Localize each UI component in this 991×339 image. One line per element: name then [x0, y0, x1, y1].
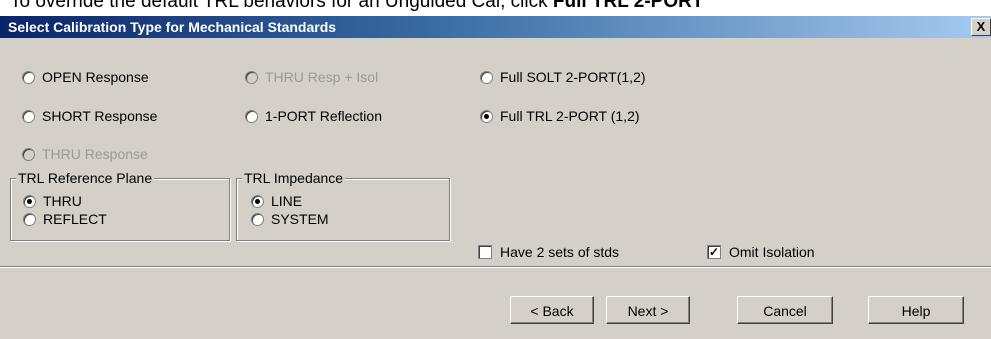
radio-button-icon: [22, 109, 35, 123]
radio-button-icon: [245, 109, 258, 123]
instruction-text-bold: Full TRL 2-PORT: [552, 0, 704, 12]
trl-reference-plane-group: TRL Reference Plane THRU REFLECT: [10, 170, 230, 241]
radio-label: THRU Response: [42, 146, 148, 162]
radio-button-icon: [251, 212, 264, 226]
checkbox-label: Omit Isolation: [729, 244, 815, 260]
radio-label: THRU: [43, 193, 82, 209]
radio-impedance-line[interactable]: LINE: [251, 193, 302, 209]
title-bar: Select Calibration Type for Mechanical S…: [0, 16, 991, 38]
radio-full-solt-2port[interactable]: Full SOLT 2-PORT(1,2): [480, 69, 645, 85]
next-button[interactable]: Next >: [606, 296, 690, 324]
radio-label: LINE: [271, 193, 303, 209]
radio-full-trl-2port[interactable]: Full TRL 2-PORT (1,2): [480, 108, 640, 124]
radio-1port-reflection[interactable]: 1-PORT Reflection: [245, 108, 382, 124]
checkmark-icon: ✓: [707, 245, 721, 259]
checkbox-have-2-sets-of-stds[interactable]: Have 2 sets of stds: [478, 244, 619, 260]
separator: [0, 266, 991, 268]
trl-impedance-group: TRL Impedance LINE SYSTEM: [236, 170, 450, 241]
instruction-text-plain: To override the default TRL behaviors fo…: [10, 0, 553, 12]
back-button[interactable]: < Back: [510, 296, 594, 324]
radio-button-icon: [23, 194, 36, 208]
radio-button-icon: [480, 109, 493, 123]
dialog-title: Select Calibration Type for Mechanical S…: [8, 19, 337, 35]
calibration-type-dialog: Select Calibration Type for Mechanical S…: [0, 16, 991, 339]
radio-button-icon: [251, 194, 264, 208]
radio-ref-plane-reflect[interactable]: REFLECT: [23, 211, 107, 227]
trl-reference-plane-legend: TRL Reference Plane: [16, 170, 155, 186]
checkbox-omit-isolation[interactable]: ✓ Omit Isolation: [707, 244, 815, 260]
close-button[interactable]: X: [971, 18, 991, 36]
radio-label: Full SOLT 2-PORT(1,2): [500, 69, 646, 85]
radio-button-icon: [22, 70, 35, 84]
radio-label: SHORT Response: [42, 108, 158, 124]
radio-button-icon: [23, 212, 36, 226]
radio-label: THRU Resp + Isol: [265, 69, 379, 85]
radio-label: REFLECT: [43, 211, 107, 227]
radio-thru-response: THRU Response: [22, 146, 148, 162]
radio-short-response[interactable]: SHORT Response: [22, 108, 157, 124]
radio-button-icon: [22, 147, 35, 161]
help-button[interactable]: Help: [868, 296, 964, 324]
radio-ref-plane-thru[interactable]: THRU: [23, 193, 82, 209]
close-icon: X: [976, 19, 986, 34]
instruction-text: To override the default TRL behaviors fo…: [10, 0, 703, 13]
checkbox-label: Have 2 sets of stds: [500, 244, 620, 260]
radio-open-response[interactable]: OPEN Response: [22, 69, 149, 85]
radio-label: 1-PORT Reflection: [265, 108, 382, 124]
radio-label: Full TRL 2-PORT (1,2): [500, 108, 640, 124]
trl-impedance-legend: TRL Impedance: [242, 170, 346, 186]
cancel-button[interactable]: Cancel: [737, 296, 833, 324]
checkbox-icon: [478, 245, 492, 259]
radio-label: OPEN Response: [42, 69, 149, 85]
radio-thru-resp-isol: THRU Resp + Isol: [245, 69, 378, 85]
radio-button-icon: [480, 70, 493, 84]
radio-button-icon: [245, 70, 258, 84]
radio-label: SYSTEM: [271, 211, 329, 227]
radio-impedance-system[interactable]: SYSTEM: [251, 211, 329, 227]
